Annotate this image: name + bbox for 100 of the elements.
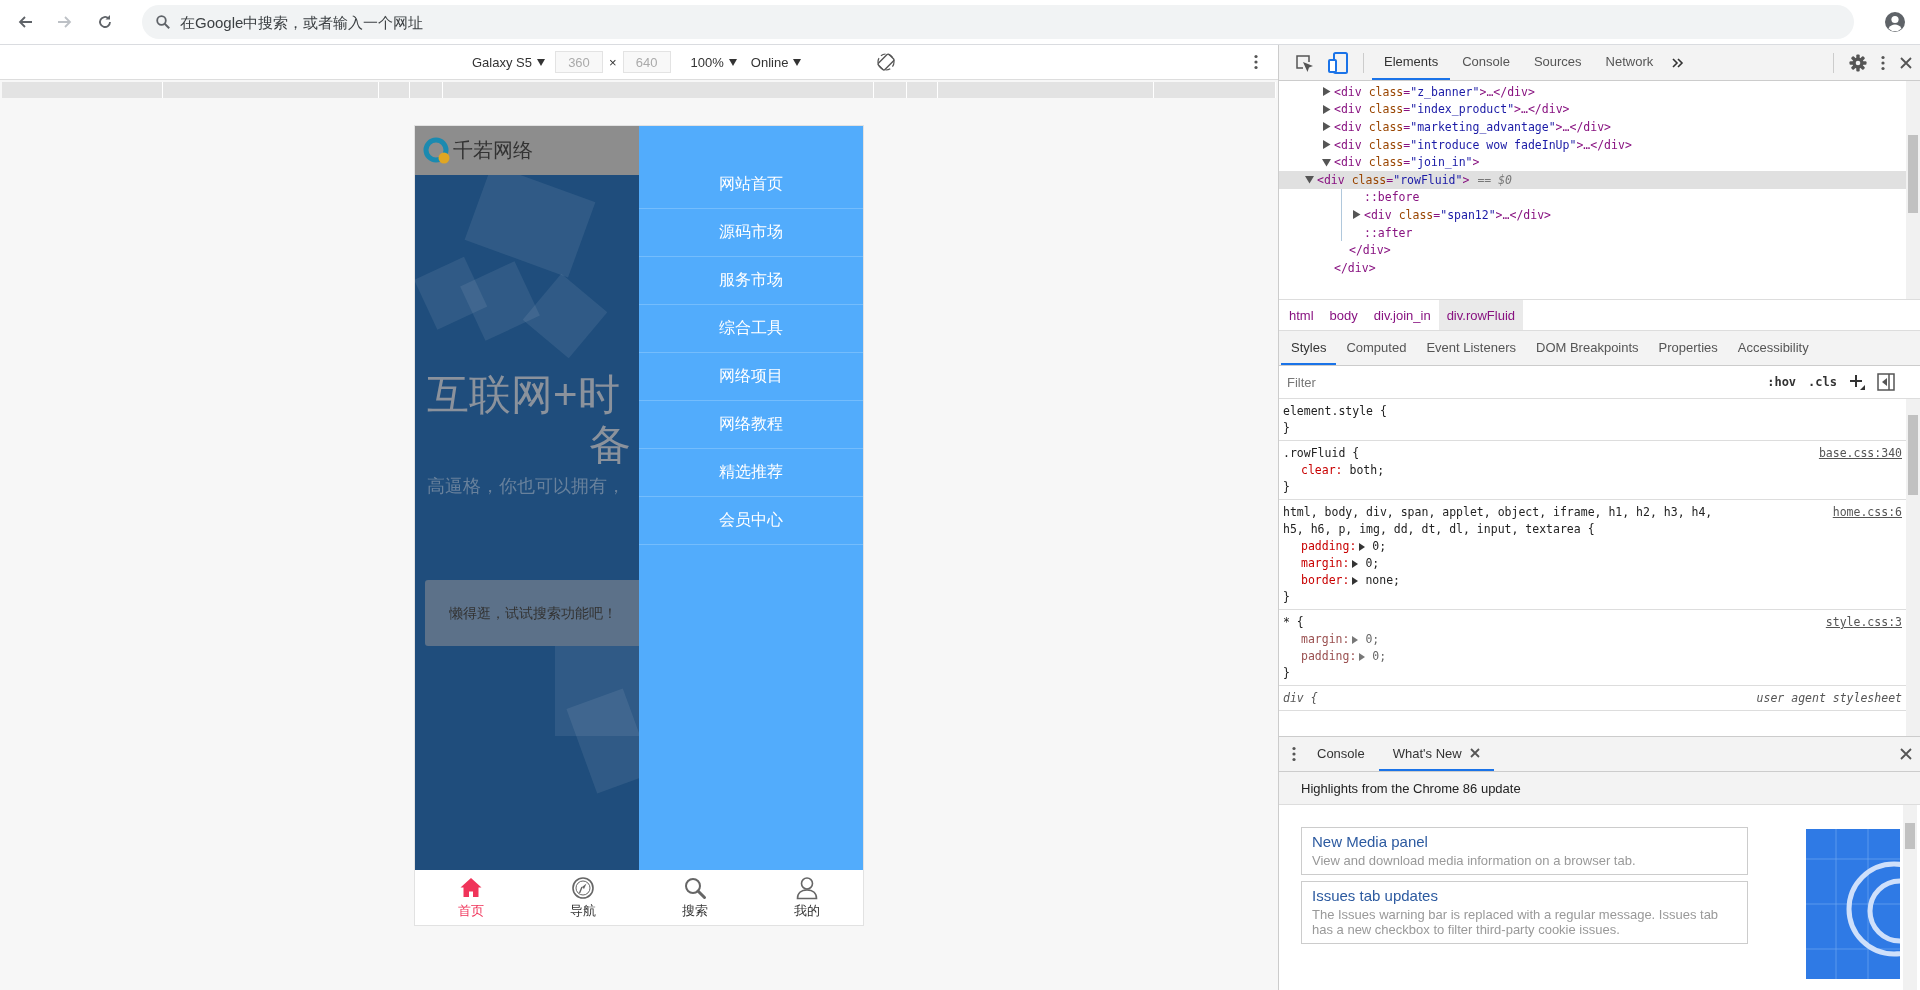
dom-node-row[interactable]: <div class="marketing_advantage">…</div>: [1279, 118, 1906, 136]
filter-toggle-button[interactable]: :hov: [1764, 375, 1800, 389]
source-link[interactable]: home.css:6: [1832, 504, 1902, 521]
scrollbar[interactable]: [1906, 81, 1920, 299]
dom-node-row[interactable]: <div class="join_in">: [1279, 153, 1906, 171]
close-icon[interactable]: [1469, 748, 1480, 758]
zoom-dropdown[interactable]: 100%: [686, 52, 741, 72]
user-icon: [795, 875, 819, 900]
dom-node-row[interactable]: <div class="rowFluid"> == $0: [1279, 170, 1906, 189]
dom-node-row[interactable]: ::before: [1342, 188, 1906, 207]
times-sign: ×: [609, 54, 617, 70]
panel-tab[interactable]: Sources: [1521, 45, 1594, 80]
sidebar-tab[interactable]: Accessibility: [1727, 331, 1819, 365]
tab-bar-item[interactable]: 首页: [415, 870, 527, 925]
css-declaration[interactable]: border: none;: [1283, 572, 1902, 589]
scrollbar[interactable]: [1906, 399, 1920, 736]
network-dropdown[interactable]: Online: [746, 52, 806, 72]
toggle-sidebar-button[interactable]: [1874, 371, 1898, 393]
drawer-tab[interactable]: Console: [1303, 737, 1379, 771]
source-link[interactable]: style.css:3: [1825, 614, 1902, 631]
source-link[interactable]: base.css:340: [1818, 445, 1902, 462]
dom-node-row[interactable]: </div>: [1279, 241, 1906, 259]
breadcrumb-item[interactable]: body: [1321, 300, 1366, 330]
card-text: The Issues warning bar is replaced with a regular message. Issues tab has a new checkbox to filter third-party cookie issues.: [1312, 907, 1720, 937]
panel-tab[interactable]: Network: [1593, 45, 1666, 80]
breadcrumb-item[interactable]: div.join_in: [1365, 300, 1439, 330]
forward-arrow-icon: [57, 14, 73, 30]
more-icon: [1881, 54, 1885, 71]
more-icon: [1292, 746, 1296, 762]
logo-text[interactable]: 千若网络: [453, 137, 533, 164]
search-field[interactable]: 懒得逛，试试搜索功能吧！: [425, 580, 639, 646]
breadcrumb-item[interactable]: html: [1281, 300, 1322, 330]
more-icon: [1254, 54, 1258, 70]
dom-node-row[interactable]: <div class="z_banner">…</div>: [1279, 83, 1906, 101]
css-brace: }: [1283, 420, 1291, 437]
caret-icon: [793, 58, 802, 66]
css-declaration[interactable]: padding: 0;: [1283, 648, 1902, 665]
dom-node-text: <div class="z_banner">…</div>: [1334, 84, 1535, 99]
plus-icon: [1849, 374, 1865, 390]
search-icon: [156, 15, 170, 29]
search-icon: [683, 875, 707, 900]
css-declaration[interactable]: clear: both;: [1283, 462, 1902, 479]
css-selector: div {: [1283, 690, 1318, 707]
dom-node-row[interactable]: </div>: [1279, 258, 1906, 277]
compass-icon: [571, 875, 595, 900]
breadcrumb-item[interactable]: div.rowFluid: [1438, 300, 1523, 330]
back-arrow-icon: [17, 14, 33, 30]
double-chevron-icon: [1672, 57, 1685, 68]
dom-node-row[interactable]: <div class="index_product">…</div>: [1279, 100, 1906, 119]
hero-title: 互联网+时: [426, 370, 621, 420]
logo-icon: [423, 136, 451, 165]
dom-node-row[interactable]: ::after: [1342, 223, 1906, 242]
tab-bar-item[interactable]: 导航: [527, 870, 639, 925]
scrollbar[interactable]: [1903, 805, 1917, 990]
sidebar-tab[interactable]: DOM Breakpoints: [1526, 331, 1649, 365]
dom-node-row[interactable]: <div class="introduce wow fadeInUp">…</div>: [1279, 135, 1906, 154]
css-declaration[interactable]: padding: 0;: [1283, 538, 1902, 555]
css-selector: .rowFluid {: [1283, 445, 1360, 462]
device-dropdown[interactable]: Galaxy S5: [468, 52, 549, 72]
css-selector: h5, h6, p, img, dd, dt, dl, input, textarea {: [1283, 521, 1595, 538]
stylesheet-label: user agent stylesheet: [1756, 690, 1902, 707]
reload-icon: [97, 14, 113, 30]
phone-tablet-icon: [1328, 51, 1348, 74]
caret-icon: [537, 58, 545, 66]
sidebar-tab[interactable]: Properties: [1648, 331, 1728, 365]
panel-tab[interactable]: Console: [1450, 45, 1522, 80]
card-title: Issues tab updates: [1312, 887, 1439, 904]
dom-node-text: ::before: [1364, 190, 1420, 205]
tab-label[interactable]: What's New: [1392, 745, 1462, 761]
card-title: New Media panel: [1312, 833, 1429, 850]
filter-toggle-button[interactable]: .cls: [1805, 375, 1840, 389]
tab-bar-item[interactable]: 我的: [751, 870, 863, 925]
sidebar-tab[interactable]: Event Listeners: [1416, 331, 1526, 365]
caret-icon: [728, 58, 737, 66]
address-field[interactable]: 在Google中搜索，或者输入一个网址: [142, 5, 1854, 39]
hero-subtitle: 高逼格，你也可以拥有，: [426, 475, 626, 498]
cursor-in-box-icon: [1294, 52, 1314, 73]
tab-label[interactable]: Console: [1317, 745, 1365, 761]
css-declaration[interactable]: margin: 0;: [1283, 631, 1902, 648]
css-declaration[interactable]: margin: 0;: [1283, 555, 1902, 572]
css-brace: }: [1283, 479, 1291, 496]
dom-node-row[interactable]: <div class="span12">…</div>: [1342, 206, 1906, 224]
drawer-heading: Highlights from the Chrome 86 update: [1279, 772, 1920, 805]
feature-card[interactable]: Issues tab updates The Issues warning bar is replaced with a regular message. Issues tab has a new checkbox to filter third-party cookie issues.: [1301, 881, 1748, 944]
dom-node-text: </div>: [1334, 260, 1376, 275]
dom-node-text: <div class="introduce wow fadeInUp">…</div>: [1334, 137, 1632, 152]
sidebar-tab[interactable]: Computed: [1336, 331, 1417, 365]
dom-node-text: <div class="rowFluid"> == $0: [1317, 172, 1512, 187]
dom-node-text: ::after: [1364, 225, 1413, 240]
close-icon: [1899, 55, 1913, 70]
dom-node-text: <div class="join_in">: [1334, 155, 1480, 170]
css-brace: }: [1283, 589, 1291, 606]
feature-card[interactable]: New Media panel View and download media information on a browser tab.: [1301, 827, 1748, 875]
sidebar-tab[interactable]: Styles: [1281, 331, 1337, 365]
dom-node-text: <div class="index_product">…</div>: [1334, 102, 1570, 117]
tab-bar-item[interactable]: 搜索: [639, 870, 751, 925]
rotate-icon: [877, 53, 896, 71]
panel-tab[interactable]: Elements: [1372, 45, 1451, 80]
user-avatar-icon: [1884, 11, 1906, 33]
hero-title: 备: [589, 420, 632, 470]
